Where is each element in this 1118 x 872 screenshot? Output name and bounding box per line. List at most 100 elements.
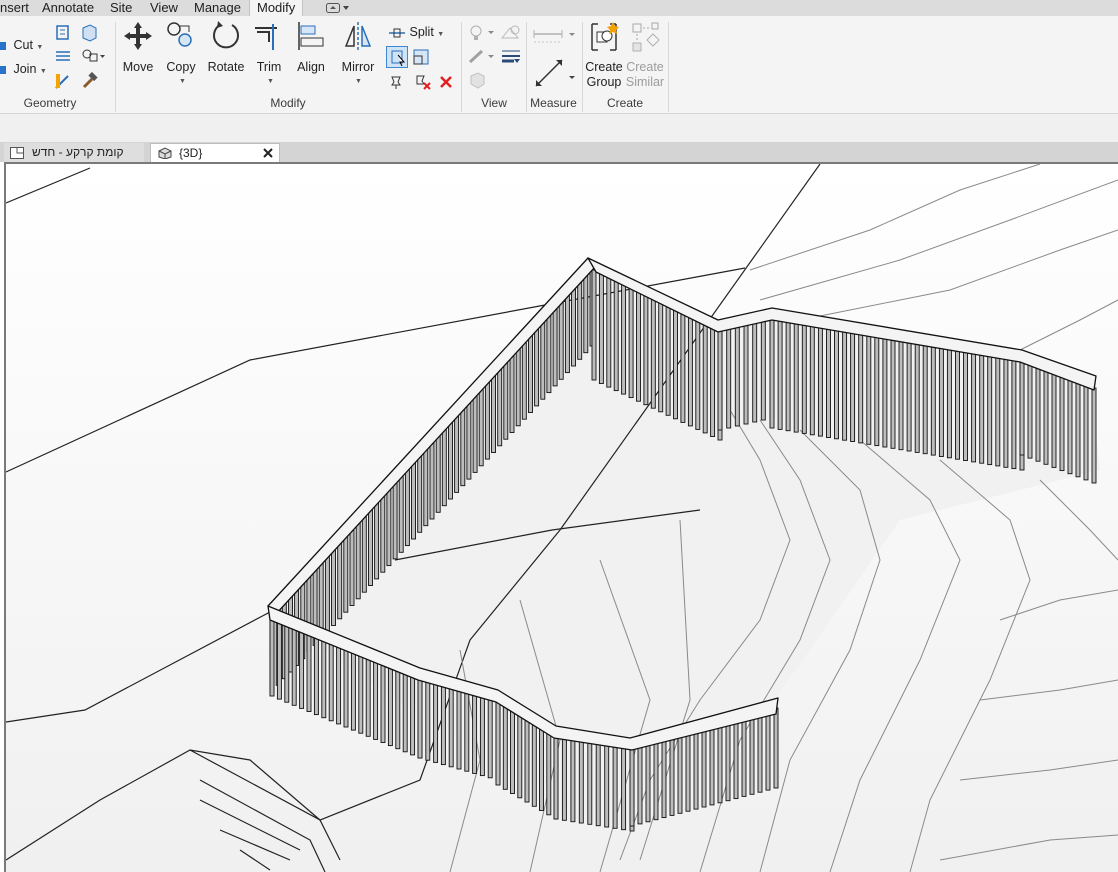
baluster [1027, 362, 1033, 459]
baluster [546, 312, 552, 394]
baluster [487, 697, 493, 779]
baluster [834, 328, 839, 440]
model-canvas[interactable] [6, 164, 1118, 872]
baluster [743, 323, 749, 425]
baluster [757, 711, 763, 793]
baluster [643, 294, 649, 406]
measure-between-references-icon[interactable] [532, 26, 578, 46]
paint-icon[interactable] [54, 24, 72, 42]
baluster [284, 621, 290, 703]
unjoin-icon[interactable] [54, 72, 72, 90]
measure-along-element-icon[interactable] [532, 56, 578, 90]
wall-joins-icon[interactable] [80, 24, 98, 42]
baluster [478, 385, 484, 467]
baluster [386, 485, 392, 567]
baluster [826, 327, 831, 438]
baluster [621, 744, 627, 831]
baluster [577, 278, 583, 360]
baluster [612, 742, 618, 829]
baluster [874, 335, 880, 447]
mirror-button[interactable]: Mirror ▼ [338, 20, 378, 85]
baluster [373, 658, 379, 740]
copy-button[interactable]: Copy ▼ [164, 20, 198, 85]
tab-insert[interactable]: nsert [0, 0, 31, 16]
close-icon[interactable] [263, 148, 273, 158]
baluster [773, 707, 779, 789]
split-button[interactable]: Split ▼ [388, 23, 444, 41]
create-similar-button[interactable]: Create Similar [625, 20, 665, 94]
override-graphics-icon[interactable] [500, 24, 522, 42]
ribbon-minimize-icon[interactable] [326, 3, 350, 13]
baluster [313, 634, 319, 716]
baluster [752, 321, 758, 423]
panel-title-measure: Measure [530, 96, 577, 110]
baluster [336, 643, 342, 725]
baluster [497, 365, 503, 447]
move-button[interactable]: Move [119, 20, 157, 80]
lightbulb-icon[interactable] [468, 24, 496, 42]
cut-button[interactable]: Cut ▼ [0, 36, 43, 54]
3d-view-icon [158, 147, 172, 159]
hide-element-icon[interactable] [468, 72, 486, 90]
create-group-button[interactable]: Create Group [584, 20, 624, 94]
rotate-button[interactable]: Rotate [206, 20, 246, 80]
baluster [564, 292, 570, 374]
tab-view[interactable]: View [148, 0, 180, 16]
tab-annotate[interactable]: Annotate [40, 0, 96, 16]
baluster [604, 741, 610, 828]
rotate-icon [213, 21, 239, 49]
baluster [636, 290, 641, 402]
unpin-icon[interactable] [414, 73, 432, 91]
baluster [429, 438, 435, 520]
baluster [349, 525, 355, 606]
baluster [1019, 359, 1025, 456]
view-tab-ground-floor[interactable]: קומת קרקע - חדש [4, 143, 144, 162]
baluster [842, 329, 848, 441]
baluster [914, 341, 920, 453]
demolish-icon[interactable] [80, 48, 106, 64]
scale-icon[interactable] [412, 48, 430, 66]
baluster [628, 287, 634, 399]
trim-button[interactable]: Trim ▼ [252, 20, 286, 85]
baluster [946, 347, 952, 459]
3d-viewport[interactable] [4, 162, 1118, 872]
baluster [331, 545, 336, 626]
panel-title-geometry: Geometry [23, 96, 77, 110]
baluster [448, 418, 453, 500]
baluster [987, 354, 993, 466]
baluster [645, 741, 651, 823]
baluster [777, 318, 783, 430]
baluster [955, 348, 960, 460]
baluster [552, 305, 558, 387]
tab-site[interactable]: Site [108, 0, 134, 16]
baluster [387, 665, 393, 747]
delete-icon[interactable] [438, 74, 454, 90]
baluster [276, 618, 282, 700]
hammer-icon[interactable] [80, 72, 98, 90]
baluster [324, 551, 330, 633]
view-tab-3d[interactable]: {3D} [150, 143, 280, 163]
split-face-icon[interactable] [54, 48, 72, 64]
join-button[interactable]: Join ▼ [0, 60, 47, 78]
linework-icon[interactable] [468, 48, 496, 66]
baluster [558, 298, 564, 380]
baluster [398, 471, 404, 553]
baluster [717, 329, 723, 431]
baluster [460, 405, 466, 487]
tab-manage[interactable]: Manage [192, 0, 243, 16]
baluster [464, 690, 470, 772]
chevron-down-icon: ▼ [355, 78, 362, 85]
baluster [1011, 358, 1017, 470]
ribbon-tab-bar: nsert Annotate Site View Manage Modify [0, 0, 1118, 18]
baluster [673, 308, 678, 420]
baluster [1003, 356, 1009, 468]
baluster [425, 679, 431, 761]
line-weight-icon[interactable] [500, 48, 522, 66]
align-button[interactable]: Align [293, 20, 329, 80]
baluster [760, 319, 766, 421]
baluster [1083, 384, 1089, 481]
pin-icon[interactable] [388, 73, 404, 89]
baluster [524, 716, 530, 803]
offset-icon[interactable] [386, 46, 408, 68]
baluster [448, 686, 454, 768]
